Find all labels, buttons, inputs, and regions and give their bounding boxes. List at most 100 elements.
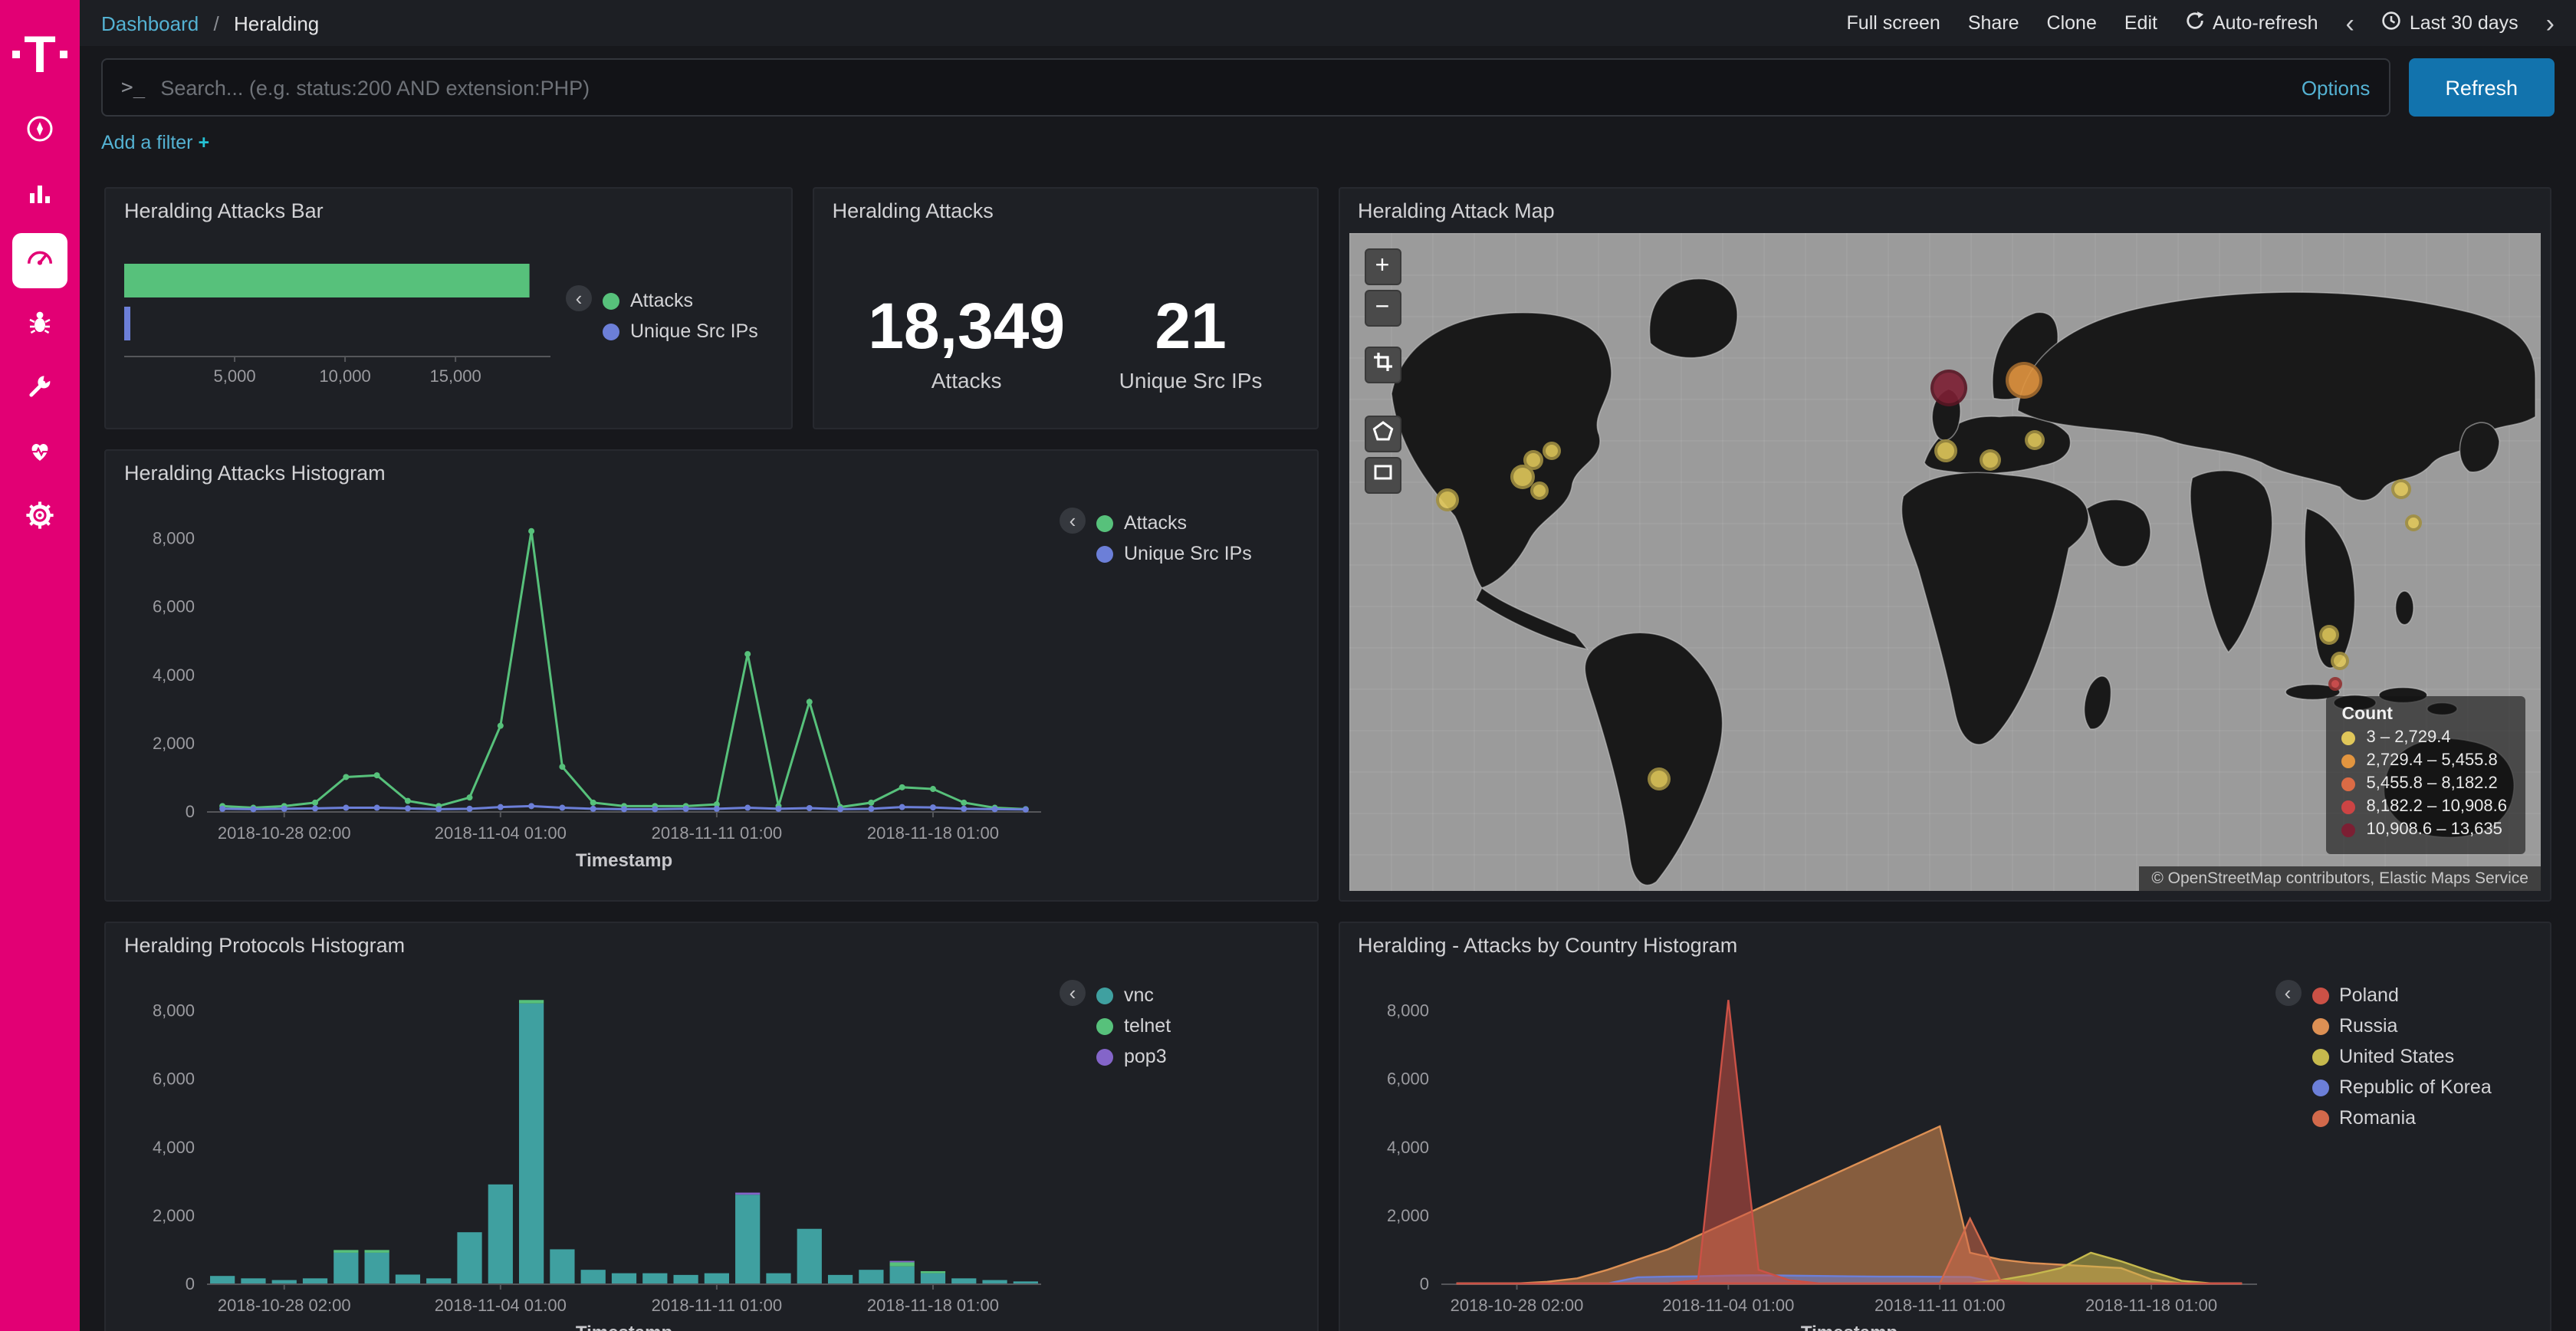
time-back-button[interactable]: ‹ <box>2346 10 2354 36</box>
kibana-dashboard-app: T <box>0 0 2576 1331</box>
sidebar-item-visualize[interactable] <box>12 169 67 224</box>
legend-toggle-icon[interactable]: ‹ <box>1060 508 1086 534</box>
legend-label: Unique Src IPs <box>1124 543 1252 564</box>
attack-map-marker[interactable] <box>2405 514 2422 531</box>
map-legend-dot <box>2342 823 2356 836</box>
map-attribution[interactable]: © OpenStreetMap contributors, Elastic Ma… <box>2139 866 2541 891</box>
svg-text:5,000: 5,000 <box>214 366 256 386</box>
add-filter-button[interactable]: Add a filter + <box>101 132 209 153</box>
attack-map-marker[interactable] <box>1647 767 1670 790</box>
legend-item[interactable]: Unique Src IPs <box>1096 543 1252 564</box>
attack-map-marker[interactable] <box>1980 449 2001 471</box>
metric-label: Attacks <box>868 368 1065 393</box>
legend-dot <box>1096 514 1113 531</box>
attack-map-marker[interactable] <box>2331 652 2350 670</box>
svg-text:2018-11-04 01:00: 2018-11-04 01:00 <box>435 823 567 843</box>
map-extent-tool-button[interactable] <box>1364 347 1401 383</box>
sidebar-item-monitoring[interactable] <box>12 426 67 481</box>
legend-item[interactable]: telnet <box>1096 1015 1171 1037</box>
svg-text:4,000: 4,000 <box>153 1138 195 1157</box>
sidebar-item-dashboard[interactable] <box>12 233 67 288</box>
logo-dot-left <box>12 51 19 58</box>
attack-map-marker[interactable] <box>2005 361 2042 398</box>
attacks-histogram-chart[interactable]: 02,0004,0006,0008,0002018-10-28 02:00201… <box>121 492 1060 876</box>
panel-title: Heralding Attack Map <box>1339 189 2550 227</box>
legend-dot <box>1096 987 1113 1004</box>
map-legend-label: 10,908.6 – 13,635 <box>2367 820 2502 839</box>
search-input[interactable] <box>160 76 2286 99</box>
legend-item[interactable]: Poland <box>2312 984 2492 1006</box>
legend-item[interactable]: Romania <box>2312 1107 2492 1129</box>
map-zoom-in-button[interactable]: + <box>1364 248 1401 285</box>
panel-attacks-bar: Heralding Attacks Bar 5,00010,00015,000 … <box>104 187 793 429</box>
legend-label: Poland <box>2339 984 2399 1006</box>
legend-label: Attacks <box>630 290 693 311</box>
world-map[interactable]: + − Count 3 – 2,729.42,729.4 – 5,455.85,… <box>1349 233 2541 891</box>
attack-map-marker[interactable] <box>2024 430 2044 450</box>
attack-map-marker[interactable] <box>2391 480 2411 500</box>
logo-letter: T <box>24 33 56 80</box>
map-rectangle-tool-button[interactable] <box>1364 457 1401 494</box>
chart-legend: ‹ vnc telnet pop3 <box>1060 965 1171 1072</box>
legend-dot <box>2312 1079 2328 1096</box>
legend-toggle-icon[interactable]: ‹ <box>566 285 592 311</box>
svg-text:2,000: 2,000 <box>153 1206 195 1225</box>
attack-map-marker[interactable] <box>2329 678 2343 692</box>
legend-items: Attacks Unique Src IPs <box>603 285 758 347</box>
edit-button[interactable]: Edit <box>2124 12 2157 34</box>
legend-toggle-icon[interactable]: ‹ <box>2275 980 2301 1006</box>
legend-dot <box>2312 1017 2328 1034</box>
legend-item[interactable]: Attacks <box>1096 512 1252 534</box>
protocols-histogram-chart[interactable]: 02,0004,0006,0008,0002018-10-28 02:00201… <box>121 965 1060 1331</box>
country-histogram-chart[interactable]: 02,0004,0006,0008,0002018-10-28 02:00201… <box>1355 965 2275 1331</box>
legend-dot <box>603 323 619 340</box>
sidebar-item-devtools[interactable] <box>12 362 67 417</box>
attack-map-marker[interactable] <box>1436 488 1459 511</box>
breadcrumb-dashboard-link[interactable]: Dashboard <box>101 12 199 35</box>
auto-refresh-button[interactable]: Auto-refresh <box>2185 11 2318 35</box>
map-zoom-out-button[interactable]: − <box>1364 290 1401 327</box>
time-range-button[interactable]: Last 30 days <box>2382 11 2518 35</box>
legend-item[interactable]: Unique Src IPs <box>603 320 758 342</box>
map-legend-row: 8,182.2 – 10,908.6 <box>2342 797 2508 816</box>
filter-bar: Add a filter + <box>80 129 2576 166</box>
refresh-button[interactable]: Refresh <box>2408 58 2555 117</box>
attack-map-marker[interactable] <box>1542 441 1560 459</box>
share-button[interactable]: Share <box>1968 12 2019 34</box>
map-polygon-tool-button[interactable] <box>1364 416 1401 452</box>
telekom-logo[interactable]: T <box>12 12 68 80</box>
map-legend-row: 5,455.8 – 8,182.2 <box>2342 774 2508 793</box>
svg-text:6,000: 6,000 <box>153 1070 195 1089</box>
legend-item[interactable]: United States <box>2312 1046 2492 1067</box>
attack-map-marker[interactable] <box>1530 481 1549 500</box>
legend-dot <box>2312 1109 2328 1126</box>
options-link[interactable]: Options <box>2302 76 2371 99</box>
metric-value: 21 <box>1119 294 1263 359</box>
attack-map-marker[interactable] <box>1930 370 1967 406</box>
attack-map-marker[interactable] <box>2320 624 2340 644</box>
query-bar: >_ Options Refresh <box>80 46 2576 129</box>
clone-button[interactable]: Clone <box>2047 12 2097 34</box>
legend-item[interactable]: Attacks <box>603 290 758 311</box>
legend-item[interactable]: Russia <box>2312 1015 2492 1037</box>
legend-item[interactable]: vnc <box>1096 984 1171 1006</box>
svg-text:0: 0 <box>186 1274 195 1293</box>
attacks-bar-chart[interactable]: 5,00010,00015,000 <box>121 230 566 399</box>
full-screen-button[interactable]: Full screen <box>1847 12 1940 34</box>
app-sidebar: T <box>0 0 80 1331</box>
sidebar-item-discover[interactable] <box>12 104 67 159</box>
sidebar-item-alerting[interactable] <box>12 297 67 353</box>
attack-map-marker[interactable] <box>1934 440 1957 463</box>
legend-item[interactable]: pop3 <box>1096 1046 1171 1067</box>
legend-label: Republic of Korea <box>2339 1076 2492 1098</box>
map-legend-dot <box>2342 777 2356 790</box>
time-forward-button[interactable]: › <box>2546 10 2555 36</box>
legend-item[interactable]: Republic of Korea <box>2312 1076 2492 1098</box>
sidebar-item-management[interactable] <box>12 491 67 546</box>
legend-toggle-icon[interactable]: ‹ <box>1060 980 1086 1006</box>
alerting-bug-icon <box>25 306 55 344</box>
panel-title: Heralding - Attacks by Country Histogram <box>1339 923 2550 961</box>
search-box: >_ Options <box>101 58 2390 117</box>
discover-compass-icon <box>25 113 55 151</box>
attack-map-marker[interactable] <box>1523 450 1543 470</box>
